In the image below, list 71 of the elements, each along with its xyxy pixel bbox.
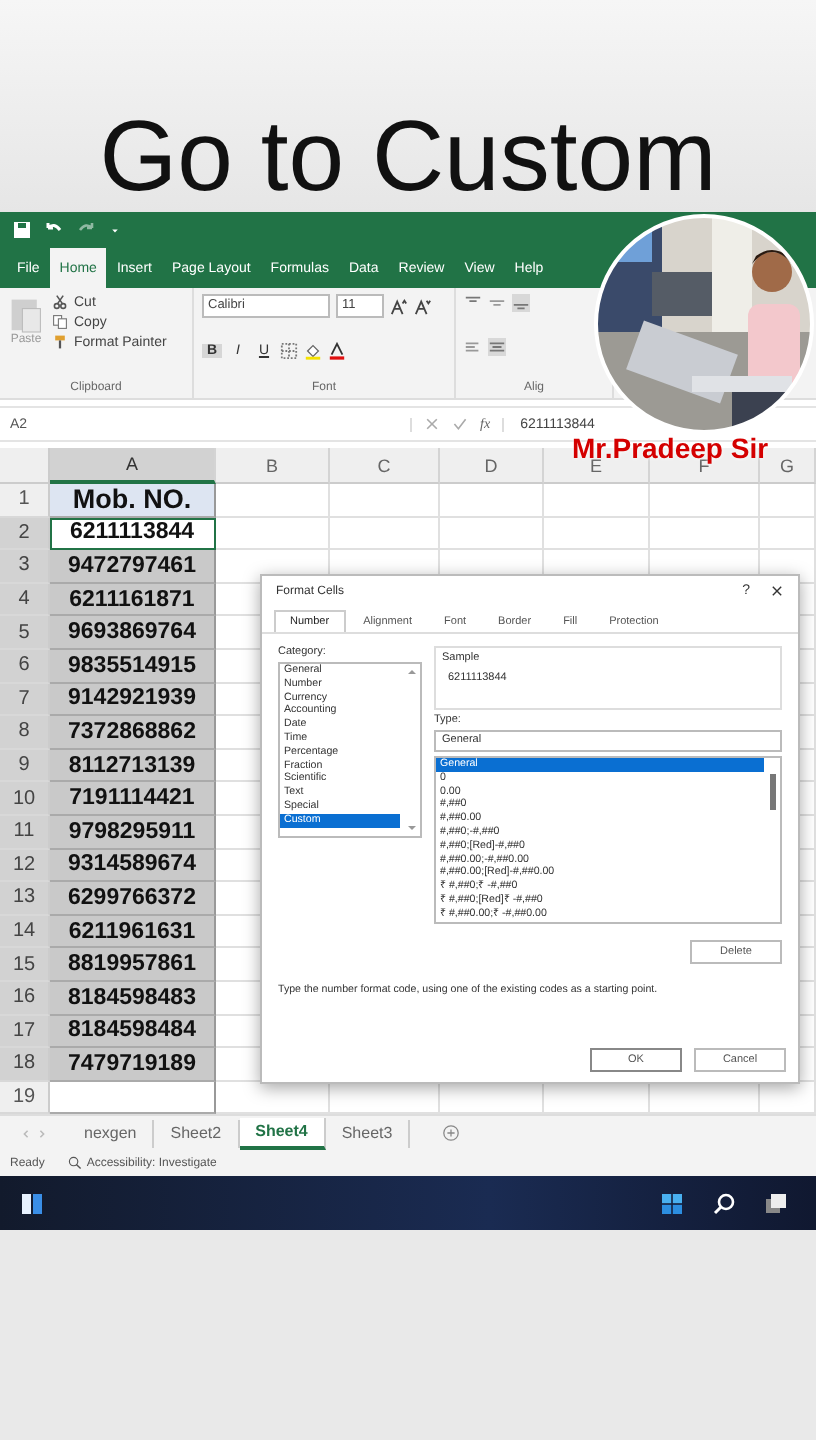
row-header[interactable]: 1 (0, 484, 50, 518)
scrollbar-thumb[interactable] (770, 774, 776, 810)
align-middle-icon[interactable] (488, 294, 506, 312)
sheet-tab[interactable]: nexgen (68, 1119, 155, 1148)
task-view-icon[interactable] (764, 1191, 788, 1216)
row-header[interactable]: 16 (0, 981, 50, 1015)
column-header[interactable]: C (330, 448, 440, 484)
table-cell: 6211161871 (50, 583, 216, 617)
row-header[interactable]: 12 (0, 849, 50, 883)
table-cell: 7479719189 (50, 1048, 216, 1082)
table-cell: 7372868862 (50, 716, 216, 750)
borders-icon[interactable] (280, 341, 298, 359)
table-cell: 6211961631 (50, 915, 216, 949)
column-header[interactable]: D (440, 448, 544, 484)
row-header[interactable]: 8 (0, 716, 50, 750)
add-sheet-icon[interactable] (442, 1124, 461, 1143)
widgets-icon[interactable] (20, 1191, 44, 1216)
table-cell: 8184598484 (50, 1015, 216, 1049)
row-header[interactable]: 19 (0, 1081, 50, 1115)
column-header[interactable]: A (50, 448, 216, 484)
scissors-icon (52, 294, 68, 310)
table-cell: 9693869764 (50, 616, 216, 650)
table-cell: 9142921939 (50, 683, 216, 717)
row-header[interactable]: 4 (0, 583, 50, 617)
close-icon[interactable] (770, 584, 784, 598)
column-header[interactable]: B (216, 448, 330, 484)
align-left-icon[interactable] (464, 338, 482, 356)
row-header[interactable]: 10 (0, 782, 50, 816)
table-cell: 6299766372 (50, 882, 216, 916)
brush-icon (52, 334, 68, 350)
font-grow-icon[interactable] (390, 297, 408, 315)
table-cell: 8819957861 (50, 948, 216, 982)
scroll-up-icon[interactable] (406, 666, 418, 678)
row-header[interactable]: 14 (0, 915, 50, 949)
align-bottom-icon[interactable] (512, 294, 530, 312)
row-header[interactable]: 13 (0, 882, 50, 916)
scroll-down-icon[interactable] (406, 822, 418, 834)
align-center-icon[interactable] (488, 338, 506, 356)
table-cell: 9314589674 (50, 849, 216, 883)
table-cell: 8184598483 (50, 981, 216, 1015)
table-cell: 8112713139 (50, 749, 216, 783)
table-cell: 9835514915 (50, 649, 216, 684)
row-header[interactable]: 17 (0, 1015, 50, 1049)
row-header[interactable]: 15 (0, 948, 50, 982)
row-header[interactable]: 6 (0, 649, 50, 684)
sheet-tab[interactable]: Sheet4 (239, 1117, 326, 1150)
cancel-icon[interactable] (424, 416, 440, 432)
row-header[interactable]: 7 (0, 683, 50, 717)
table-cell: 7191114421 (50, 782, 216, 816)
font-color-icon[interactable] (328, 341, 346, 359)
row-header[interactable]: 18 (0, 1048, 50, 1082)
clipboard-icon (8, 294, 44, 334)
row-header[interactable]: 11 (0, 815, 50, 850)
row-header[interactable]: 9 (0, 749, 50, 783)
table-cell: 6211113844 (50, 517, 216, 551)
enter-icon[interactable] (452, 416, 468, 432)
video-title: Go to Custom (99, 100, 717, 212)
row-header[interactable]: 5 (0, 616, 50, 650)
start-icon[interactable] (660, 1191, 684, 1216)
row-header[interactable]: 3 (0, 550, 50, 584)
fill-color-icon[interactable] (304, 341, 322, 359)
font-shrink-icon[interactable] (414, 297, 432, 315)
row-header[interactable]: 2 (0, 517, 50, 551)
sheet-tab[interactable]: Sheet3 (325, 1119, 411, 1148)
table-cell: 9472797461 (50, 550, 216, 584)
table-cell: Mob. NO. (50, 484, 216, 518)
copy-icon (52, 314, 68, 330)
accessibility-icon[interactable] (68, 1156, 83, 1171)
save-icon[interactable] (12, 220, 32, 240)
table-cell: 9798295911 (50, 815, 216, 850)
search-icon[interactable] (712, 1191, 736, 1216)
